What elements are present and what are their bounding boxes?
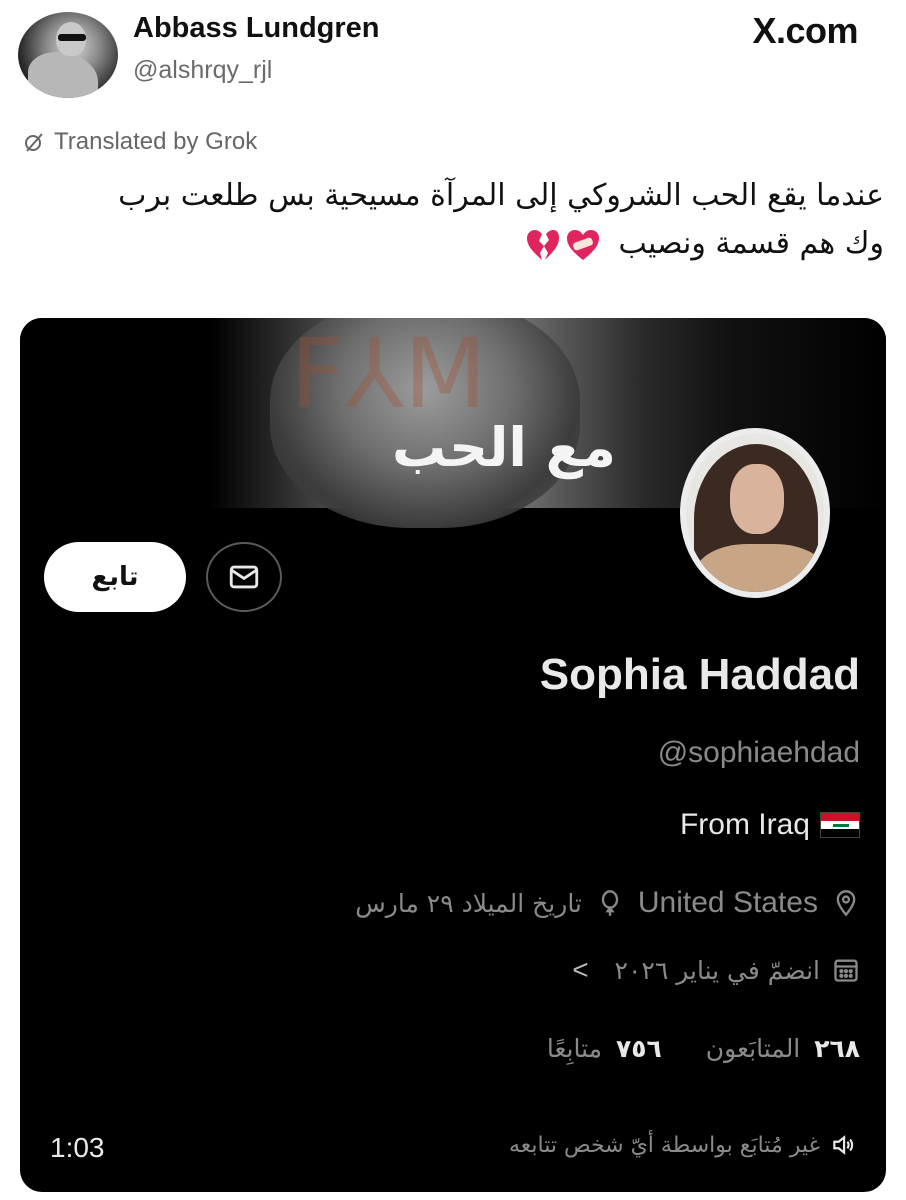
- not-followed-note: غير مُتابَع بواسطة أيّ شخص تتابعه: [509, 1132, 856, 1158]
- iraq-flag-icon: [820, 812, 860, 838]
- joined-text: انضمّ في يناير ٢٠٢٦: [614, 955, 820, 985]
- banner-title: مع الحب: [392, 416, 616, 479]
- grok-icon: [25, 133, 43, 152]
- author-handle[interactable]: @alshrqy_rjl: [133, 56, 272, 85]
- translated-by-grok: Translated by Grok: [22, 128, 257, 156]
- location-text: United States: [637, 886, 818, 919]
- following-label: متابِعًا: [546, 1034, 603, 1063]
- followers-label: المتابَعون: [705, 1034, 801, 1063]
- from-label: From Iraq: [679, 808, 810, 841]
- following-stat[interactable]: ٧٥٦ متابِعًا: [547, 1034, 662, 1063]
- profile-card: F⅄M مع الحب تابع Sophia Haddad @sophiaeh…: [20, 318, 886, 1192]
- balloon-icon: [601, 890, 619, 916]
- joined-row[interactable]: < انضمّ في يناير ٢٠٢٦: [572, 954, 860, 986]
- from-country: From Iraq: [680, 808, 860, 842]
- chevron-left-icon: <: [572, 954, 589, 985]
- followers-count: ٢٦٨: [814, 1034, 860, 1063]
- tweet-text-line: عندما يقع الحب الشروكي إلى المرآة مسيحية…: [118, 178, 884, 213]
- heart-with-bandage-icon: [566, 229, 599, 260]
- author-name[interactable]: Abbass Lundgren: [133, 12, 380, 45]
- message-button[interactable]: [206, 542, 282, 612]
- follow-button[interactable]: تابع: [44, 542, 186, 612]
- profile-handle: @sophiaehdad: [657, 736, 860, 769]
- profile-avatar[interactable]: [680, 428, 830, 598]
- tweet-text-line: وك هم قسمة ونصيب: [618, 226, 884, 261]
- followers-stat[interactable]: ٢٦٨ المتابَعون: [706, 1034, 860, 1063]
- profile-display-name: Sophia Haddad: [539, 650, 860, 699]
- birthday-text: تاريخ الميلاد ٢٩ مارس: [355, 888, 582, 918]
- following-count: ٧٥٦: [616, 1034, 662, 1063]
- location-pin-icon: [836, 890, 856, 917]
- x-com-logo: X.com: [752, 10, 858, 51]
- tweet-text: عندما يقع الحب الشروكي إلى المرآة مسيحية…: [24, 172, 884, 268]
- author-avatar[interactable]: [18, 12, 118, 98]
- calendar-icon: [834, 959, 858, 982]
- bottom-note-text: غير مُتابَع بواسطة أيّ شخص تتابعه: [509, 1132, 820, 1158]
- profile-meta-row: تاريخ الميلاد ٢٩ مارس United States: [355, 886, 860, 920]
- speaker-icon[interactable]: [830, 1132, 856, 1158]
- envelope-icon: [229, 565, 259, 589]
- translated-label: Translated by Grok: [54, 128, 258, 155]
- video-timestamp: 1:03: [50, 1132, 105, 1163]
- follow-stats: ٢٦٨ المتابَعون ٧٥٦ متابِعًا: [547, 1034, 860, 1063]
- broken-heart-icon: [526, 229, 559, 260]
